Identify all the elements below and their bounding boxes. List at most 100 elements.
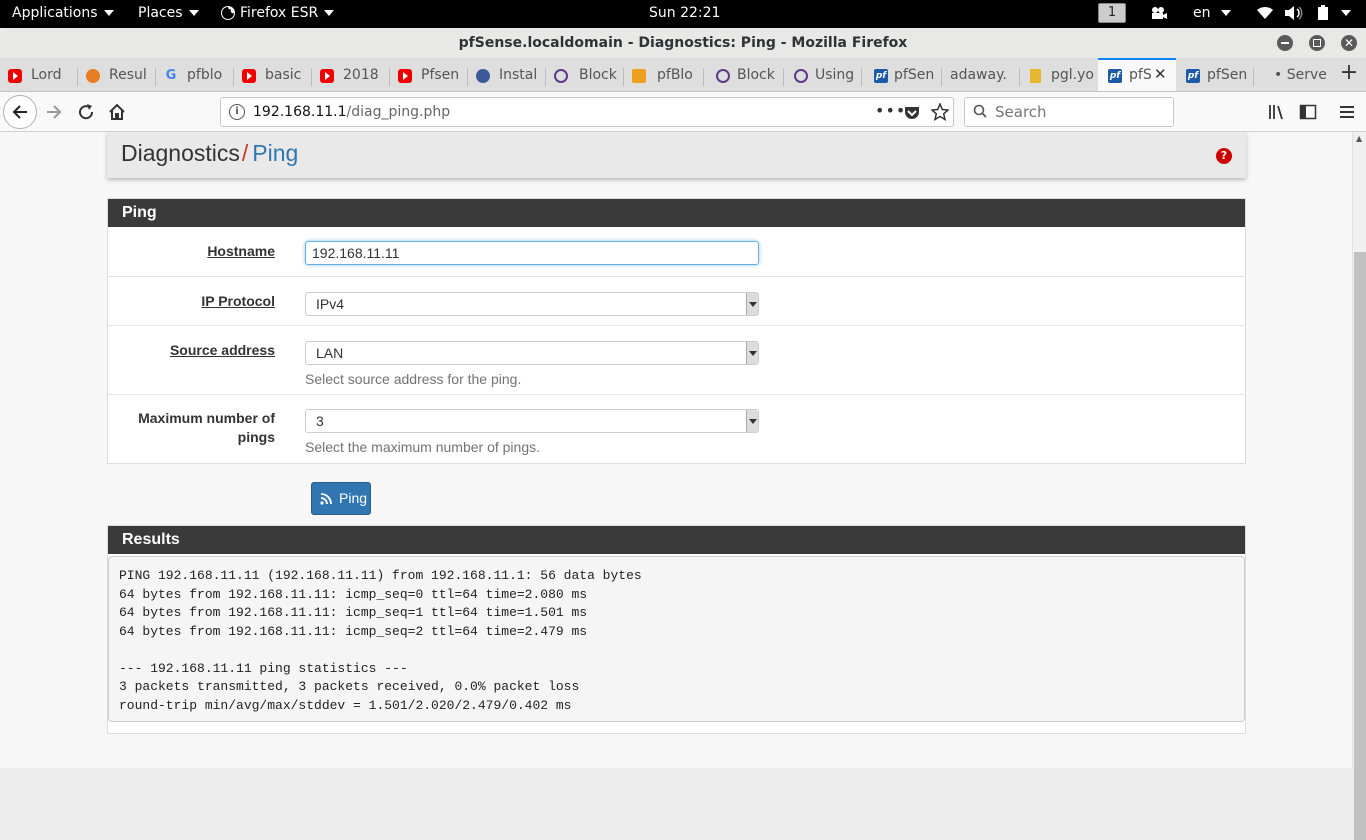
- source-address-help: Select source address for the ping.: [305, 371, 522, 387]
- ip-protocol-select[interactable]: IPv4: [305, 292, 759, 316]
- tab-label: Block: [737, 67, 775, 83]
- browser-tab[interactable]: basic: [234, 60, 312, 91]
- chevron-down-icon: [1220, 10, 1231, 16]
- max-pings-label-line2: pings: [237, 429, 275, 445]
- pocket-icon[interactable]: [904, 105, 920, 121]
- minimize-button[interactable]: [1277, 35, 1293, 51]
- source-address-select[interactable]: LAN: [305, 341, 759, 365]
- places-menu[interactable]: Places: [138, 0, 199, 28]
- tab-label: pgl.yo: [1051, 67, 1094, 83]
- clock[interactable]: Sun 22:21: [649, 0, 720, 28]
- bookmark-star-icon[interactable]: [931, 103, 949, 121]
- search-input[interactable]: [995, 102, 1165, 122]
- video-icon[interactable]: [1150, 0, 1168, 28]
- tab-label: pfS: [1129, 67, 1152, 83]
- browser-tab[interactable]: Instal: [468, 60, 546, 91]
- browser-tab[interactable]: pf pfSen: [1176, 60, 1254, 91]
- page-content: Diagnostics/Ping ? Ping Hostname IP Prot…: [0, 132, 1352, 768]
- scrollbar-thumb[interactable]: [1354, 252, 1366, 840]
- ping-submit-button[interactable]: Ping: [311, 482, 371, 515]
- breadcrumb: Diagnostics/Ping ?: [107, 132, 1246, 178]
- youtube-icon: [8, 69, 22, 83]
- browser-tab[interactable]: Block: [546, 60, 624, 91]
- breadcrumb-current[interactable]: Ping: [252, 140, 298, 166]
- site-icon: [476, 69, 490, 83]
- home-button[interactable]: [101, 96, 133, 128]
- library-button[interactable]: [1260, 96, 1292, 128]
- browser-tab[interactable]: Resul: [78, 60, 156, 91]
- tab-label: pfSen: [1207, 67, 1248, 83]
- workspace-number: 1: [1098, 3, 1126, 23]
- help-icon[interactable]: ?: [1216, 148, 1232, 164]
- url-host: 192.168.11.1: [253, 104, 347, 120]
- reload-icon: [79, 104, 94, 120]
- page-scrollbar[interactable]: ▲: [1352, 132, 1366, 840]
- sidebar-button[interactable]: [1292, 96, 1324, 128]
- browser-tab[interactable]: pf pfSen: [862, 60, 942, 91]
- navigation-toolbar: i 192.168.11.1/diag_ping.php •••: [0, 92, 1366, 132]
- home-icon: [109, 103, 125, 120]
- applications-menu[interactable]: Applications: [12, 0, 114, 28]
- library-icon: [1269, 105, 1283, 120]
- breadcrumb-section[interactable]: Diagnostics: [121, 140, 240, 166]
- result-line: --- 192.168.11.11 ping statistics ---: [119, 660, 408, 676]
- page-actions-icon[interactable]: •••: [875, 101, 906, 120]
- result-line: 64 bytes from 192.168.11.11: icmp_seq=2 …: [119, 623, 588, 639]
- plus-icon: +: [1339, 60, 1359, 85]
- tab-label: Resul: [109, 67, 147, 83]
- arrow-left-icon: [12, 105, 27, 119]
- panel-title: Ping: [108, 199, 1245, 227]
- reload-button[interactable]: [70, 96, 102, 128]
- browser-tab[interactable]: Pfsen: [390, 60, 468, 91]
- window-title: pfSense.localdomain - Diagnostics: Ping …: [458, 35, 908, 51]
- hostname-row: Hostname: [108, 227, 1245, 276]
- ip-protocol-label: IP Protocol: [201, 293, 275, 309]
- new-tab-button[interactable]: +: [1332, 60, 1366, 91]
- firefox-app-menu[interactable]: Firefox ESR: [220, 0, 335, 28]
- firefox-label: Firefox ESR: [240, 5, 319, 21]
- menu-button[interactable]: [1331, 96, 1363, 128]
- back-button[interactable]: [3, 95, 37, 129]
- close-button[interactable]: ✕: [1341, 35, 1357, 51]
- max-pings-select[interactable]: 3: [305, 409, 759, 433]
- source-address-row: Source address LAN Select source address…: [108, 325, 1245, 394]
- result-line: 64 bytes from 192.168.11.11: icmp_seq=1 …: [119, 605, 588, 620]
- workspace-indicator[interactable]: 1: [1098, 0, 1126, 28]
- pfsense-icon: pf: [874, 69, 888, 83]
- browser-tab[interactable]: Gpfblo: [156, 60, 234, 91]
- browser-tab[interactable]: Using: [784, 60, 862, 91]
- scroll-up-arrow-icon[interactable]: ▲: [1356, 134, 1362, 143]
- browser-tab[interactable]: Block: [704, 60, 784, 91]
- info-icon[interactable]: i: [229, 104, 245, 120]
- pfsense-icon: pf: [1186, 69, 1200, 83]
- window-title-bar: pfSense.localdomain - Diagnostics: Ping …: [0, 28, 1366, 58]
- search-bar[interactable]: [964, 97, 1174, 127]
- results-icon: [86, 69, 100, 83]
- hamburger-menu-icon: [1340, 106, 1354, 118]
- hostname-label: Hostname: [207, 243, 275, 259]
- browser-tab[interactable]: • Serve: [1254, 60, 1332, 91]
- forward-button[interactable]: [38, 96, 70, 128]
- ping-button-label: Ping: [339, 490, 368, 506]
- browser-tab[interactable]: pfBlo: [624, 60, 704, 91]
- url-bar[interactable]: i 192.168.11.1/diag_ping.php •••: [220, 97, 954, 127]
- breadcrumb-separator: /: [241, 140, 249, 166]
- browser-tab[interactable]: Lord: [0, 60, 78, 91]
- browser-tab[interactable]: pgl.yo: [1020, 60, 1098, 91]
- gnome-top-bar: Applications Places Firefox ESR Sun 22:2…: [0, 0, 1366, 28]
- result-line: 64 bytes from 192.168.11.11: icmp_seq=0 …: [119, 586, 588, 602]
- browser-tab[interactable]: adaway.: [942, 60, 1020, 91]
- browser-tab-active[interactable]: pf pfS ✕: [1098, 58, 1176, 91]
- chevron-down-icon: [746, 342, 758, 364]
- hostname-input[interactable]: [305, 241, 759, 265]
- tab-label: Block: [579, 67, 617, 83]
- language-label: en: [1193, 5, 1211, 21]
- youtube-icon: [242, 69, 256, 83]
- browser-tab[interactable]: 2018: [312, 60, 390, 91]
- file-icon: [1030, 69, 1041, 83]
- maximize-button[interactable]: [1309, 35, 1325, 51]
- tab-close-icon[interactable]: ✕: [1154, 65, 1167, 83]
- youtube-icon: [398, 69, 412, 83]
- language-menu[interactable]: en: [1193, 0, 1231, 28]
- system-menu[interactable]: [1256, 0, 1352, 28]
